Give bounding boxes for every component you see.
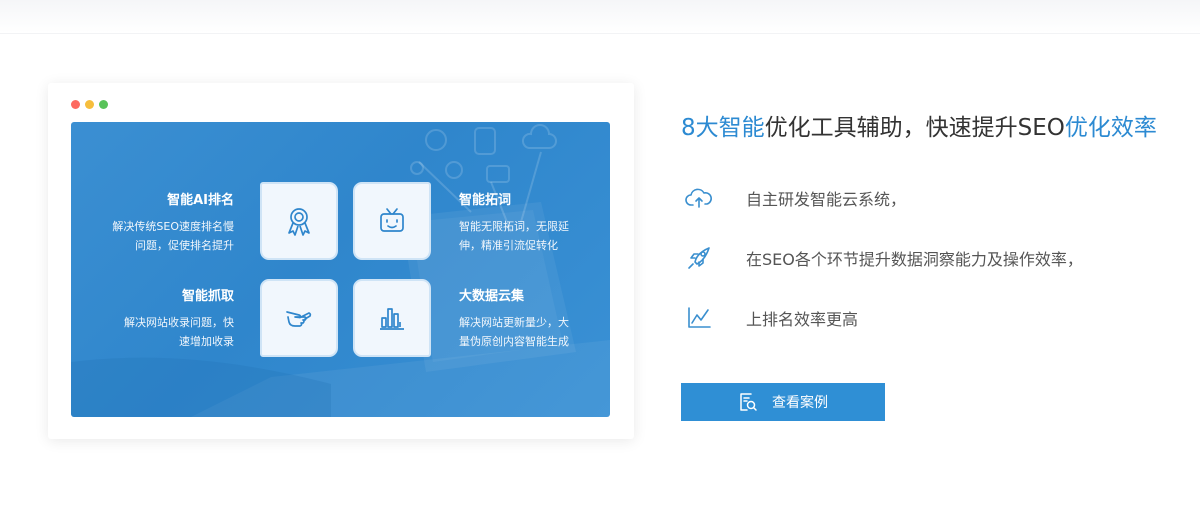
feature-title: 智能拓词: [459, 193, 512, 208]
feature-desc-line: 问题，促使排名提升: [135, 239, 234, 252]
point-text: 上排名效率更高: [746, 310, 859, 329]
feature-tile-big-data: [353, 279, 431, 357]
line-chart-icon: [688, 307, 711, 328]
laptop-background-graphic: [71, 124, 610, 417]
feature-desc-line: 速增加收录: [179, 335, 234, 348]
feature-desc-line: 伸，精准引流促转化: [459, 239, 558, 252]
point-seo-insight: 在SEO各个环节提升数据洞察能力及操作效率，: [685, 243, 1083, 273]
feature-desc-line: 量伪原创内容智能生成: [459, 335, 569, 348]
window-dot-yellow: [85, 100, 94, 109]
headline-highlight-1: 8大智能: [681, 115, 765, 141]
document-search-icon: [740, 393, 757, 411]
point-text: 自主研发智能云系统，: [746, 190, 907, 209]
feature-desc-line: 解决网站更新量少，大: [459, 316, 569, 329]
feature-title: 大数据云集: [459, 289, 525, 304]
window-dot-red: [71, 100, 80, 109]
award-ribbon-icon: [288, 208, 310, 236]
feature-desc-line: 智能无限拓词，无限延: [459, 220, 569, 233]
window-dot-green: [99, 100, 108, 109]
feature-ai-ranking: 智能AI排名 解决传统SEO速度排名慢 问题，促使排名提升: [89, 189, 234, 255]
point-ranking-efficiency: 上排名效率更高: [685, 303, 858, 333]
feature-title: 智能抓取: [181, 289, 234, 304]
top-strip: [0, 0, 1200, 34]
hand-pointer-icon: [286, 311, 312, 327]
feature-desc-line: 解决网站收录问题，快: [124, 316, 234, 329]
tv-bot-icon: [380, 208, 404, 232]
view-cases-label: 查看案例: [772, 395, 828, 411]
feature-tile-keyword-expansion: [353, 182, 431, 260]
rocket-icon: [688, 247, 710, 269]
headline-middle: 优化工具辅助，快速提升SEO: [764, 115, 1065, 141]
feature-desc-line: 解决传统SEO速度排名慢: [112, 220, 234, 233]
feature-title: 智能AI排名: [167, 193, 234, 208]
point-cloud-system: 自主研发智能云系统，: [685, 183, 906, 213]
feature-tile-ai-ranking: [260, 182, 338, 260]
cloud-upload-icon: [685, 188, 712, 208]
feature-smart-crawl: 智能抓取 解决网站收录问题，快 速增加收录: [89, 285, 234, 351]
feature-keyword-expansion: 智能拓词 智能无限拓词，无限延 伸，精准引流促转化: [459, 189, 604, 255]
point-text: 在SEO各个环节提升数据洞察能力及操作效率，: [746, 250, 1083, 269]
bar-chart-icon: [380, 308, 404, 330]
feature-panel: 智能AI排名 解决传统SEO速度排名慢 问题，促使排名提升 智能拓词 智能无限拓…: [71, 122, 610, 417]
feature-window: 智能AI排名 解决传统SEO速度排名慢 问题，促使排名提升 智能拓词 智能无限拓…: [48, 83, 634, 439]
headline: 8大智能优化工具辅助，快速提升SEO优化效率: [681, 108, 1157, 142]
feature-tile-smart-crawl: [260, 279, 338, 357]
feature-big-data: 大数据云集 解决网站更新量少，大 量伪原创内容智能生成: [459, 285, 604, 351]
view-cases-button[interactable]: 查看案例: [681, 383, 885, 421]
headline-highlight-2: 优化效率: [1064, 115, 1157, 141]
